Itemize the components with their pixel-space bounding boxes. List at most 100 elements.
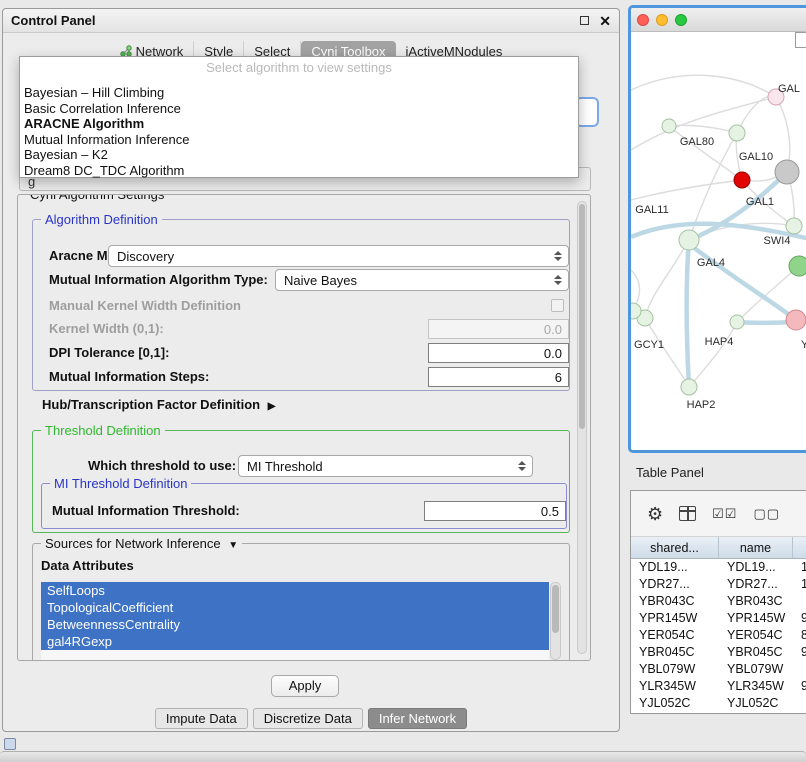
network-window-titlebar[interactable]	[631, 8, 806, 32]
node-label: GCY1	[634, 339, 664, 351]
tab-discretize-data[interactable]: Discretize Data	[253, 708, 363, 729]
threshold-definition-group: Threshold Definition Which threshold to …	[32, 430, 570, 533]
node-label: HAP2	[687, 399, 716, 411]
network-canvas[interactable]: GALGAL80GAL10GAL11GAL1SWI4GAL4GCY1HAP4YH…	[631, 32, 806, 453]
algorithm-option[interactable]: ARACNE Algorithm	[20, 116, 578, 132]
table-row[interactable]: YBR045CYBR045C9...	[631, 644, 806, 661]
column-header[interactable]: shared...	[631, 537, 719, 559]
network-edge	[631, 75, 776, 97]
dpi-tolerance-field[interactable]: 0.0	[428, 343, 569, 363]
which-threshold-combo[interactable]: MI Threshold	[238, 455, 533, 477]
table-row[interactable]: YPR145WYPR145W9...	[631, 610, 806, 627]
hub-section-header[interactable]: Hub/Transcription Factor Definition ▶	[42, 397, 275, 412]
kernel-width-field: 0.0	[428, 319, 569, 339]
tab-infer-network[interactable]: Infer Network	[368, 708, 467, 729]
control-panel-titlebar[interactable]: Control Panel ✕	[3, 9, 619, 33]
algorithm-dropdown-popup[interactable]: Select algorithm to view settings Bayesi…	[19, 56, 579, 178]
collapsed-arrow-icon[interactable]: ▶	[268, 401, 276, 412]
network-edge	[687, 240, 689, 387]
algorithm-options: Bayesian – Hill ClimbingBasic Correlatio…	[20, 85, 578, 178]
table-cell: YJL052C	[631, 695, 719, 712]
close-icon[interactable]: ✕	[599, 14, 611, 28]
sources-group: Sources for Network Inference ▼ Data Att…	[32, 543, 570, 661]
table-body: YDL19...YDL19...13...YDR27...YDR27...12.…	[631, 559, 806, 713]
table-row[interactable]: YBL079WYBL079W	[631, 661, 806, 678]
table-row[interactable]: YLR345WYLR345W9...	[631, 678, 806, 695]
table-cell: 9...	[793, 678, 806, 695]
table-cell: YPR145W	[631, 610, 719, 627]
cyni-algorithm-settings-group: Cyni Algorithm Settings Algorithm Defini…	[17, 194, 591, 661]
column-header[interactable]	[793, 537, 806, 559]
table-cell: YBR043C	[719, 593, 793, 610]
attributes-scrollbar[interactable]	[550, 582, 561, 660]
dpi-tolerance-value: 0.0	[544, 346, 562, 361]
columns-icon[interactable]	[679, 506, 696, 521]
algorithm-option[interactable]: Basic Correlation Inference	[20, 101, 578, 117]
mac-minimize-button[interactable]	[656, 14, 668, 26]
network-node[interactable]	[786, 218, 802, 234]
node-label: GAL11	[635, 204, 668, 216]
manual-kernel-checkbox[interactable]	[551, 299, 564, 312]
network-node[interactable]	[775, 160, 799, 184]
apply-button[interactable]: Apply	[271, 675, 339, 697]
attributes-scrollbar-thumb[interactable]	[552, 585, 559, 633]
table-cell	[793, 593, 806, 610]
network-node[interactable]	[789, 256, 806, 276]
table-row[interactable]: YJL052CYJL052C	[631, 695, 806, 712]
dropdown-placeholder: Select algorithm to view settings	[20, 57, 578, 75]
mi-threshold-field[interactable]: 0.5	[424, 501, 566, 521]
attribute-item[interactable]: TopologicalCoefficient	[41, 599, 549, 616]
network-node[interactable]	[679, 230, 699, 250]
float-window-icon[interactable]	[580, 16, 589, 25]
table-cell: YLR345W	[719, 678, 793, 695]
table-row[interactable]: YBR043CYBR043C	[631, 593, 806, 610]
column-header[interactable]: name	[719, 537, 793, 559]
network-node[interactable]	[786, 310, 806, 330]
expanded-arrow-icon[interactable]: ▼	[228, 540, 238, 551]
table-cell: YBR043C	[631, 593, 719, 610]
settings-scrollbar-thumb[interactable]	[579, 204, 585, 429]
sources-group-title[interactable]: Sources for Network Inference ▼	[41, 536, 242, 551]
attribute-item[interactable]: gal4RGexp	[41, 633, 549, 650]
mi-threshold-definition-group: MI Threshold Definition Mutual Informati…	[41, 483, 567, 529]
tab-impute-data[interactable]: Impute Data	[155, 708, 248, 729]
mi-type-value: Naive Bayes	[284, 273, 357, 288]
kernel-width-label: Kernel Width (0,1):	[49, 321, 164, 336]
mac-close-button[interactable]	[637, 14, 649, 26]
select-all-icon[interactable]: ☑☑	[712, 506, 737, 522]
table-cell: YJL052C	[719, 695, 793, 712]
table-header: shared...name	[631, 537, 806, 559]
algorithm-option[interactable]: Bayesian – Hill Climbing	[20, 85, 578, 101]
aracne-mode-combo[interactable]: Discovery	[108, 245, 569, 267]
data-attributes-list[interactable]: SelfLoopsTopologicalCoefficientBetweenne…	[41, 582, 549, 660]
network-node[interactable]	[662, 119, 676, 133]
table-cell: YPR145W	[719, 610, 793, 627]
mi-steps-field[interactable]: 6	[428, 367, 569, 387]
settings-scrollbar[interactable]	[577, 201, 587, 654]
table-row[interactable]: YDL19...YDL19...13...	[631, 559, 806, 576]
table-row[interactable]: YER054CYER054C8...	[631, 627, 806, 644]
table-row[interactable]: YDR27...YDR27...12...	[631, 576, 806, 593]
node-label: GAL	[778, 83, 800, 95]
attribute-item[interactable]: SelfLoops	[41, 582, 549, 599]
bottom-window-titlebar[interactable]	[0, 751, 806, 762]
algorithm-option[interactable]: Mutual Information Inference	[20, 132, 578, 148]
network-node[interactable]	[734, 172, 750, 188]
network-node[interactable]	[681, 379, 697, 395]
table-cell: YDR27...	[719, 576, 793, 593]
mi-steps-label: Mutual Information Steps:	[49, 369, 209, 384]
table-cell: 8...	[793, 627, 806, 644]
network-node[interactable]	[729, 125, 745, 141]
network-node[interactable]	[730, 315, 744, 329]
minimized-window-icon[interactable]	[4, 738, 16, 750]
which-threshold-label: Which threshold to use:	[88, 458, 236, 473]
which-threshold-value: MI Threshold	[247, 459, 323, 474]
mi-threshold-group-title: MI Threshold Definition	[50, 476, 191, 491]
attribute-item[interactable]: BetweennessCentrality	[41, 616, 549, 633]
gear-icon[interactable]: ⚙	[647, 505, 663, 523]
deselect-all-icon[interactable]: ▢▢	[753, 506, 780, 522]
mi-type-combo[interactable]: Naive Bayes	[275, 269, 569, 291]
algorithm-option[interactable]: Bayesian – K2	[20, 147, 578, 163]
algorithm-option[interactable]: Dream8 DC_TDC Algorithm	[20, 163, 578, 179]
mac-zoom-button[interactable]	[675, 14, 687, 26]
